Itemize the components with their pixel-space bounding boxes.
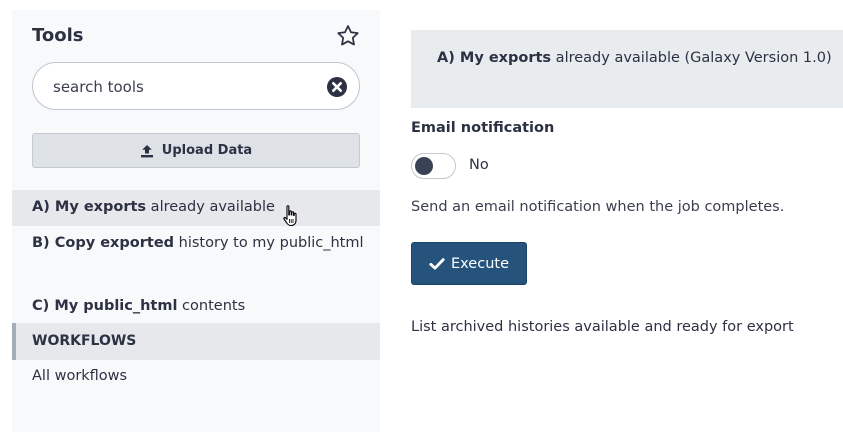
tool-name-bold: B) Copy exported — [32, 235, 175, 251]
tool-panel-title: Tools — [32, 25, 84, 46]
tool-form-title: A) My exports already available (Galaxy … — [437, 50, 832, 66]
hand-cursor-icon — [283, 205, 297, 227]
upload-icon — [140, 144, 153, 157]
execute-button[interactable]: Execute — [411, 242, 527, 285]
tool-search-input[interactable] — [53, 76, 313, 98]
execute-label: Execute — [451, 255, 509, 272]
upload-data-button[interactable]: Upload Data — [32, 133, 360, 168]
tool-name-rest: already available — [146, 199, 275, 215]
tool-name-rest: history to my public_html — [174, 235, 364, 251]
tool-item-my-exports[interactable]: A) My exports already available — [12, 190, 380, 226]
tool-panel: Tools Upload Data A) My exports already … — [12, 10, 380, 432]
tool-form-title-rest: already available (Galaxy Version 1.0) — [551, 50, 832, 66]
tool-form-header: A) My exports already available (Galaxy … — [411, 30, 843, 108]
email-notification-label: Email notification — [411, 120, 555, 136]
tool-name-rest: contents — [177, 298, 246, 314]
toggle-knob — [415, 157, 433, 175]
email-notification-help: Send an email notification when the job … — [411, 199, 785, 215]
tool-item-copy-exported[interactable]: B) Copy exported history to my public_ht… — [12, 230, 380, 284]
tool-item-public-html-contents[interactable]: C) My public_html contents — [12, 293, 380, 321]
tool-search-box — [32, 62, 360, 110]
email-notification-toggle[interactable] — [411, 153, 456, 179]
tool-help-text: List archived histories available and re… — [411, 319, 794, 335]
email-notification-toggle-label: No — [469, 157, 489, 173]
workflows-section-header[interactable]: WORKFLOWS — [12, 323, 380, 360]
clear-search-icon[interactable] — [326, 76, 348, 98]
tool-name-bold: A) My exports — [32, 199, 147, 215]
tool-name-bold: C) My public_html — [32, 298, 178, 314]
upload-data-label: Upload Data — [161, 143, 253, 158]
check-icon — [429, 257, 445, 270]
all-workflows-link[interactable]: All workflows — [32, 368, 127, 384]
star-icon[interactable] — [335, 23, 361, 49]
tool-form-title-bold: A) My exports — [437, 50, 552, 66]
